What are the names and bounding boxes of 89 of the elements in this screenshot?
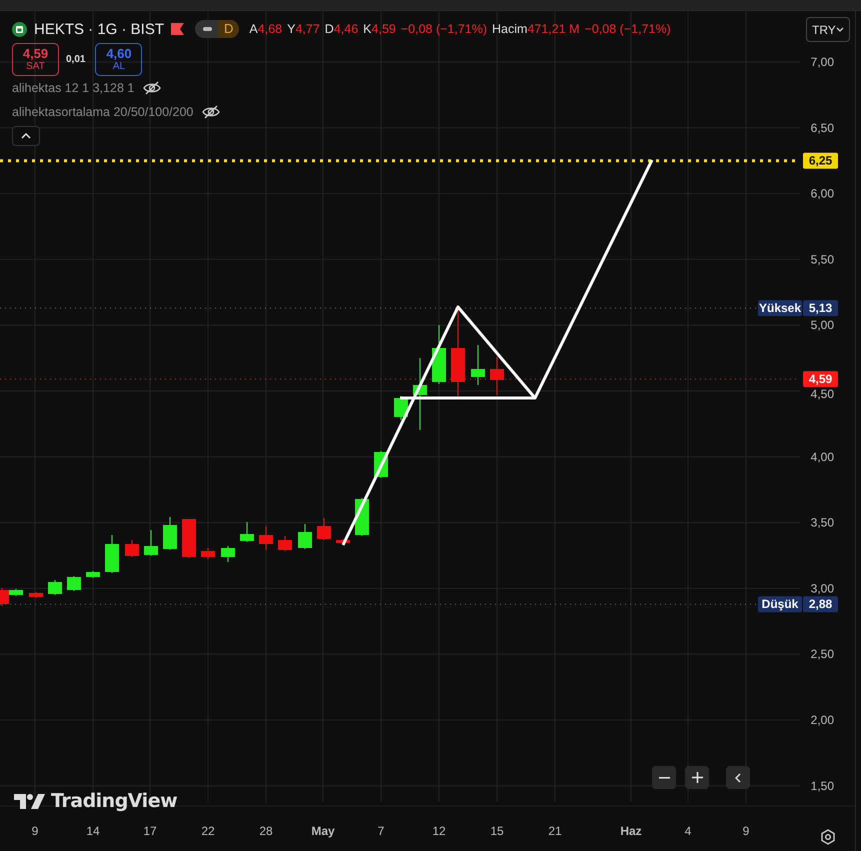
price-label: 6,00 [810,186,834,201]
date-label: 9 [32,824,38,838]
plus-icon [692,772,702,783]
rising-candle [67,576,81,592]
rising-candle [240,522,254,542]
ohlc-value: 4,46 [334,22,358,36]
date-label: 15 [490,824,504,838]
date-label: 17 [143,824,157,838]
falling-candle [336,538,350,546]
ohlc-label: K [363,22,372,36]
rising-candle [163,516,177,550]
eye-off-icon[interactable] [202,105,220,119]
brand-logo: TradingView [51,790,178,812]
volume-label: Hacim [492,22,528,36]
ohlc-label: D [324,22,334,36]
rising-candle [105,534,119,574]
date-label: Haz [620,824,642,838]
ohlc-label: Y [287,22,296,36]
indicator-name[interactable]: alihektasortalama 20/50/100/200 [12,105,194,119]
date-label: 4 [684,824,692,838]
indicator-name[interactable]: alihektas 12 1 3,128 1 [12,81,134,95]
market-status-badge: D [195,20,240,38]
date-label: May [311,824,335,838]
zoom-out-button[interactable] [652,766,676,789]
price-marker: 4,59 [803,371,838,388]
rising-candle [298,524,312,550]
settings-icon[interactable] [820,829,836,845]
date-label: 21 [548,824,562,838]
date-label: 7 [378,824,384,838]
price-label: 2,50 [810,647,834,662]
volume-change: −0,08 (−1,71%) [584,22,671,36]
price-marker-label: Yüksek [758,300,802,316]
rising-candle [432,324,446,384]
scroll-left-button[interactable] [726,766,750,789]
symbol-title[interactable]: HEKTS · 1G · BIST [34,20,164,38]
currency-dropdown[interactable]: TRY [806,17,850,42]
rising-candle [9,588,23,596]
rising-candle [144,530,158,556]
minus-icon [658,776,670,778]
price-label: 4,00 [810,450,834,464]
date-label: 12 [432,824,446,838]
price-label: 3,50 [810,516,834,530]
buy-button[interactable]: 4,60 AL [95,43,142,76]
rising-candle [86,570,100,578]
rising-candle [48,580,62,596]
date-label: 28 [259,824,273,838]
price-change: −0,08 (−1,71%) [400,22,488,36]
sell-button[interactable]: 4,59 SAT [12,43,59,76]
falling-candle [259,526,273,550]
chevron-down-icon [836,27,844,32]
spread-value: 0,01 [66,54,86,65]
logo-mark-icon [14,794,45,808]
rising-candle [221,546,235,562]
date-label: 9 [742,824,750,838]
date-label: 22 [201,824,215,838]
falling-candle [182,518,196,558]
falling-candle [0,588,9,606]
price-marker: 5,13 [803,300,838,316]
falling-candle [29,592,43,598]
price-label: 3,00 [810,581,834,596]
zoom-in-button[interactable] [685,766,709,789]
caret-up-icon [21,133,31,139]
collapse-button[interactable] [12,126,40,146]
date-label: 14 [86,824,100,838]
chevron-left-icon [735,772,741,782]
price-label: 1,50 [810,778,834,793]
price-marker: 2,88 [803,596,838,612]
price-label: 7,00 [810,55,834,69]
price-marker-label: Düşük [758,596,802,612]
price-label: 5,00 [810,318,834,332]
eye-off-icon[interactable] [143,81,162,95]
ohlc-label: A [249,22,258,36]
price-label: 4,50 [810,387,834,401]
ohlc-value: 4,68 [258,22,282,36]
volume-value: 471,21 M [527,22,580,36]
ohlc-value: 4,77 [295,22,320,36]
falling-candle [278,536,292,552]
rising-candle [471,344,485,386]
falling-candle [317,518,331,540]
falling-candle [490,356,504,396]
price-label: 2,00 [810,713,834,727]
flag-icon[interactable] [171,23,184,35]
falling-candle [125,540,139,558]
ohlc-value: 4,59 [372,22,396,36]
symbol-logo-icon [12,22,27,36]
falling-candle [201,548,215,560]
price-label: 6,50 [810,120,834,135]
price-marker: 6,25 [803,152,838,169]
price-label: 5,50 [810,252,834,266]
